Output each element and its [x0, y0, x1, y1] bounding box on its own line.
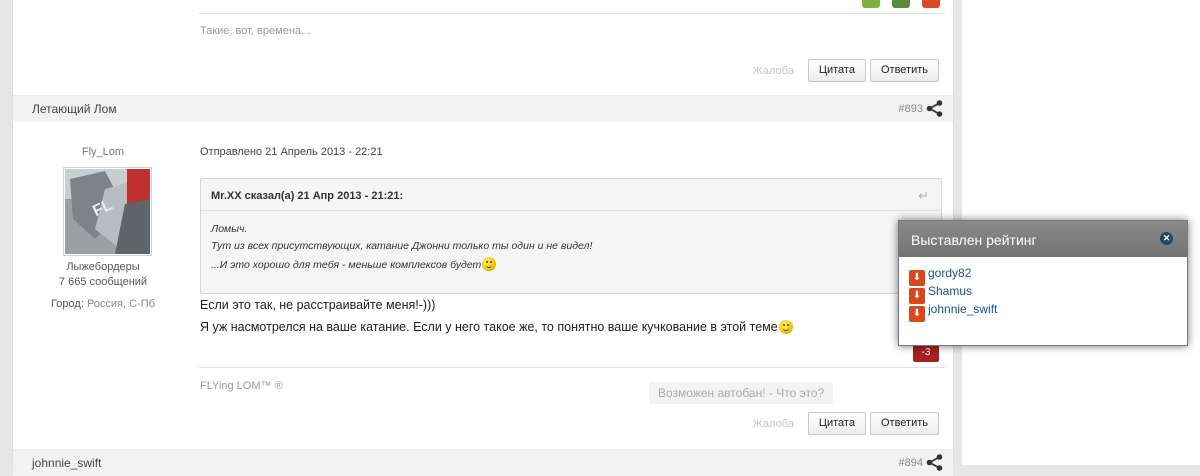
author-post-count: 7 665 сообщений: [58, 276, 148, 288]
vote-neutral-icon[interactable]: [892, 0, 910, 8]
post-text: Я уж насмотрелся на ваше катание. Если у…: [200, 320, 778, 334]
post-author-name[interactable]: johnnie_swift: [32, 456, 101, 470]
quote-citation: Mr.XX сказал(а) 21 Апр 2013 - 21:21:: [211, 190, 404, 202]
voter-item[interactable]: ⬇ Shamus: [909, 284, 972, 304]
post-actions: Жалоба Цитата Ответить: [753, 59, 939, 82]
avatar-image: FL: [65, 169, 150, 254]
share-icon[interactable]: [926, 454, 943, 471]
voter-name[interactable]: johnnie_swift: [928, 302, 997, 316]
report-link[interactable]: Жалоба: [753, 65, 794, 77]
author-username[interactable]: Fly_Lom: [13, 146, 193, 158]
forum-content: Такие, вот, времена... Жалоба Цитата Отв…: [12, 0, 954, 476]
author-city: Город: Россия, С-Пб: [13, 298, 193, 310]
share-icon[interactable]: [926, 100, 943, 117]
quote-line: Ломыч.: [211, 223, 248, 235]
quote-line-text: ...И это хорошо для тебя - меньше компле…: [211, 259, 482, 271]
popup-header: Выставлен рейтинг ✕: [899, 221, 1187, 257]
post-number[interactable]: #893: [899, 103, 923, 115]
post-header: johnnie_swift #894: [13, 449, 953, 476]
vote-down-icon[interactable]: [922, 0, 940, 8]
post-author-name[interactable]: Летающий Лом: [32, 102, 117, 116]
smiley-icon: [482, 257, 497, 271]
quote-block: Mr.XX сказал(а) 21 Апр 2013 - 21:21: ↵ Л…: [200, 178, 942, 294]
post-header: Летающий Лом #893: [13, 95, 953, 122]
quote-button[interactable]: Цитата: [807, 412, 866, 435]
rating-down-icon: ⬇: [909, 306, 925, 322]
signature-divider: [199, 367, 945, 368]
signature-divider: [199, 13, 945, 14]
smiley-icon: [778, 320, 793, 334]
reply-button[interactable]: Ответить: [869, 59, 939, 82]
post-text-line: Я уж насмотрелся на ваше катание. Если у…: [200, 320, 793, 334]
post-signature: FLYing LOM™ ®: [200, 380, 283, 392]
author-group: Лыжебордеры: [66, 261, 140, 273]
rating-popup: Выставлен рейтинг ✕ ⬇ gordy82 ⬇ Shamus ⬇ jo…: [898, 220, 1188, 346]
city-value: Россия, С-Пб: [86, 298, 155, 310]
city-label: Город:: [51, 298, 84, 310]
post-text-line: Если это так, не расстраивайте меня!-))): [200, 298, 436, 312]
voter-item[interactable]: ⬇ gordy82: [909, 266, 971, 286]
popup-title: Выставлен рейтинг: [911, 232, 1037, 248]
report-link[interactable]: Жалоба: [753, 418, 794, 430]
post-signature: Такие, вот, времена...: [200, 25, 311, 37]
voter-name[interactable]: gordy82: [928, 266, 971, 280]
autoban-link[interactable]: Возможен автобан! - Что это?: [649, 382, 834, 404]
quote-line: Тут из всех присутствующих, катание Джон…: [211, 240, 593, 252]
voter-name[interactable]: Shamus: [928, 284, 972, 298]
rating-badge[interactable]: -3: [913, 344, 939, 362]
quote-line: ...И это хорошо для тебя - меньше компле…: [211, 257, 497, 271]
vote-up-icon[interactable]: [862, 0, 880, 8]
reply-button[interactable]: Ответить: [869, 412, 939, 435]
voter-item[interactable]: ⬇ johnnie_swift: [909, 302, 997, 322]
post-date: Отправлено 21 Апрель 2013 - 22:21: [200, 146, 383, 158]
post-number[interactable]: #894: [899, 457, 923, 469]
avatar[interactable]: FL: [63, 167, 152, 256]
quote-divider: [201, 210, 941, 211]
close-icon[interactable]: ✕: [1160, 232, 1173, 245]
post-actions: Жалоба Цитата Ответить: [753, 412, 939, 435]
quote-link-icon[interactable]: ↵: [918, 188, 929, 204]
quote-button[interactable]: Цитата: [807, 59, 866, 82]
